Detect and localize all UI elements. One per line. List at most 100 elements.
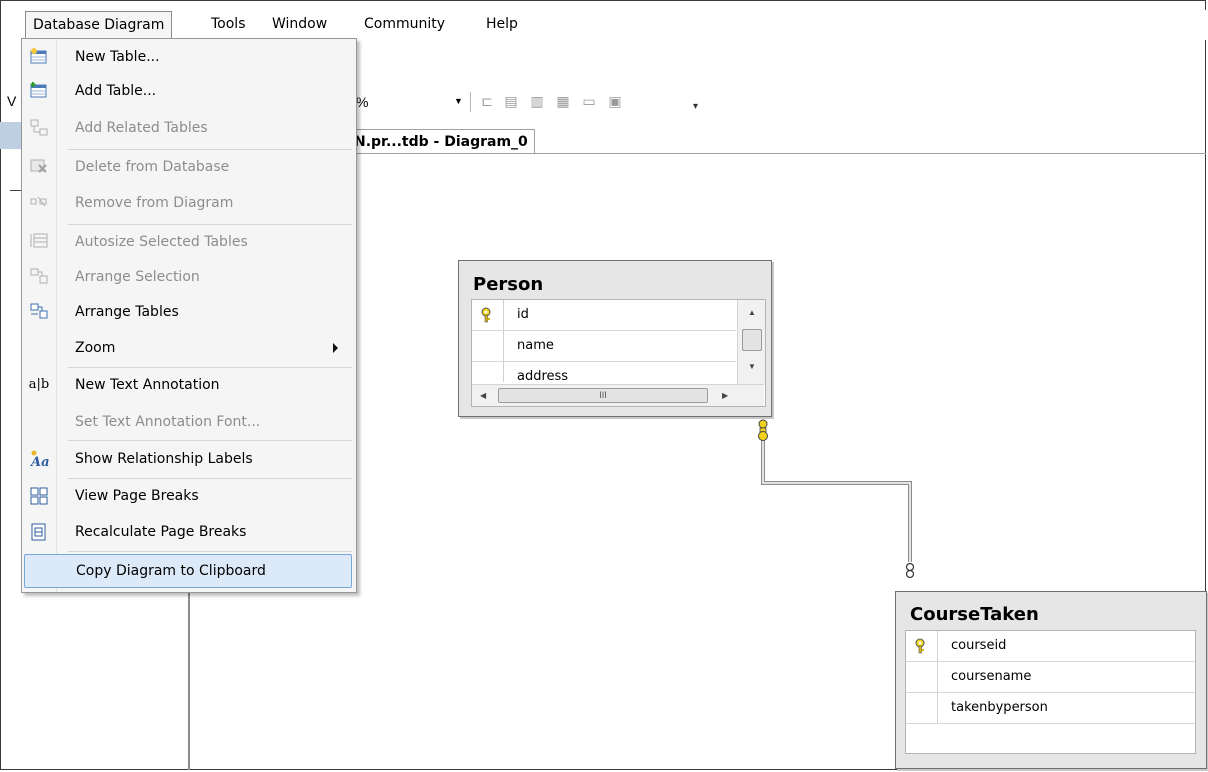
menu-item-label: Delete from Database [75, 159, 230, 175]
menu-tools[interactable]: Tools [204, 10, 253, 38]
constraints-tool-icon[interactable]: ▣ [606, 92, 624, 110]
menu-item-label: Zoom [75, 340, 116, 356]
menu-window[interactable]: Window [265, 10, 334, 38]
menu-item-label: Remove from Diagram [75, 195, 234, 211]
column-name: id [517, 307, 529, 322]
column-grid: courseid coursename takenbyperson [905, 630, 1196, 754]
menu-item-view-page-breaks[interactable]: View Page Breaks [22, 479, 356, 513]
side-panel-header [0, 122, 22, 149]
table-row[interactable]: id [472, 300, 736, 331]
column-name: coursename [951, 669, 1032, 684]
column-name: takenbyperson [951, 700, 1048, 715]
relationship-tool-icon[interactable]: ⊏ [478, 92, 496, 110]
menu-item-delete-from-database: Delete from Database [22, 150, 356, 184]
menu-community[interactable]: Community [357, 10, 452, 38]
scrollbar-thumb[interactable] [742, 329, 762, 351]
page-breaks-tool-icon[interactable]: ▭ [580, 92, 598, 110]
toolbar-partial-label: V [7, 93, 17, 109]
menu-item-label: Copy Diagram to Clipboard [76, 563, 266, 579]
menu-item-label: Arrange Tables [75, 304, 179, 320]
menu-item-label: Recalculate Page Breaks [75, 524, 247, 540]
scroll-up-icon[interactable]: ▲ [748, 308, 756, 317]
menu-item-label: Show Relationship Labels [75, 451, 253, 467]
menu-item-remove-from-diagram: Remove from Diagram [22, 186, 356, 220]
table-coursetaken[interactable]: CourseTaken courseid coursename takenbyp… [895, 591, 1207, 769]
row-selector [472, 300, 504, 330]
autosize-icon [29, 233, 49, 251]
menu-database-diagram[interactable]: Database Diagram [25, 11, 173, 40]
menu-item-add-table[interactable]: Add Table... [22, 74, 356, 108]
zoom-combo-value[interactable]: % [356, 94, 368, 110]
scroll-right-icon[interactable]: ▶ [722, 391, 728, 400]
row-selector [472, 362, 504, 382]
manage-indexes-icon[interactable]: ▦ [554, 92, 572, 110]
relationship-labels-icon: Aa [29, 450, 50, 470]
arrange-tables-icon [29, 303, 49, 321]
database-diagram-menu: New Table... Add Table... Add Related Ta… [21, 38, 357, 593]
menu-item-label: New Text Annotation [75, 377, 220, 393]
menu-item-label: New Table... [75, 49, 160, 65]
scrollbar-thumb[interactable]: III [498, 388, 708, 403]
row-selector [906, 693, 938, 723]
menu-item-label: View Page Breaks [75, 488, 199, 504]
toolbar-separator [470, 92, 471, 112]
table-row[interactable]: address [472, 362, 736, 382]
column-name: name [517, 338, 554, 353]
row-selector [472, 331, 504, 361]
arrange-selection-icon [29, 268, 49, 286]
menu-separator [68, 440, 352, 441]
primary-key-icon [915, 638, 925, 654]
menu-bar: Database Diagram Tools Window Community … [10, 10, 1206, 40]
scroll-left-icon[interactable]: ◀ [480, 391, 486, 400]
submenu-arrow-icon [333, 343, 338, 353]
menu-item-label: Autosize Selected Tables [75, 234, 248, 250]
view-page-breaks-icon [29, 487, 49, 505]
primary-key-icon [481, 307, 491, 323]
svg-text:Aa: Aa [29, 455, 49, 468]
table-title: Person [473, 274, 544, 295]
table-person[interactable]: Person id name address ▲ ▼ ◀ III ▶ [458, 260, 772, 417]
tab-strip-border [352, 153, 1206, 154]
menu-item-set-text-annotation-font: Set Text Annotation Font... [22, 405, 356, 439]
recalculate-page-breaks-icon [29, 523, 49, 541]
menu-item-add-related-tables: Add Related Tables [22, 111, 356, 145]
scroll-down-icon[interactable]: ▼ [748, 362, 756, 371]
tab-diagram[interactable]: N.pr...tdb - Diagram_0 [352, 129, 535, 154]
menu-item-label: Add Related Tables [75, 120, 208, 136]
primary-key-end-icon [758, 419, 768, 441]
relationship-line[interactable] [740, 410, 930, 585]
menu-item-recalculate-page-breaks[interactable]: Recalculate Page Breaks [22, 515, 356, 549]
menu-item-arrange-tables[interactable]: Arrange Tables [22, 295, 356, 329]
table-row[interactable]: coursename [906, 662, 1195, 693]
menu-item-arrange-selection: Arrange Selection [22, 260, 356, 294]
menu-item-autosize-selected-tables: Autosize Selected Tables [22, 225, 356, 259]
table-row[interactable]: courseid [906, 631, 1195, 662]
menu-separator [68, 551, 352, 552]
horizontal-scrollbar[interactable]: ◀ III ▶ [472, 384, 764, 406]
table-row[interactable]: takenbyperson [906, 693, 1195, 724]
menu-item-label: Add Table... [75, 83, 157, 99]
remove-from-diagram-icon [29, 194, 49, 212]
panel-splitter[interactable] [188, 590, 190, 770]
menu-item-zoom[interactable]: Zoom [22, 331, 356, 365]
zoom-combo-dropdown-icon[interactable]: ▼ [454, 96, 463, 106]
add-table-icon [29, 82, 49, 100]
generate-script-icon[interactable]: ▥ [528, 92, 546, 110]
table-title: CourseTaken [910, 604, 1039, 625]
row-selector [906, 631, 938, 661]
menu-item-label: Arrange Selection [75, 269, 200, 285]
menu-item-new-text-annotation[interactable]: a|b New Text Annotation [22, 368, 356, 402]
menu-item-copy-diagram-to-clipboard[interactable]: Copy Diagram to Clipboard [24, 554, 352, 588]
vertical-scrollbar[interactable]: ▲ ▼ [737, 300, 765, 384]
column-name: address [517, 369, 569, 382]
column-grid: id name address ▲ ▼ ◀ III ▶ [471, 299, 766, 407]
column-name: courseid [951, 638, 1007, 653]
table-row[interactable]: name [472, 331, 736, 362]
menu-item-new-table[interactable]: New Table... [22, 40, 356, 74]
toolbar-overflow-icon[interactable]: ▾ [693, 101, 698, 112]
menu-help[interactable]: Help [479, 10, 525, 38]
add-related-tables-icon [29, 119, 49, 137]
table-view-icon[interactable]: ▤ [502, 92, 520, 110]
many-end-infinity-icon [905, 562, 915, 579]
menu-item-show-relationship-labels[interactable]: Aa Show Relationship Labels [22, 442, 356, 476]
